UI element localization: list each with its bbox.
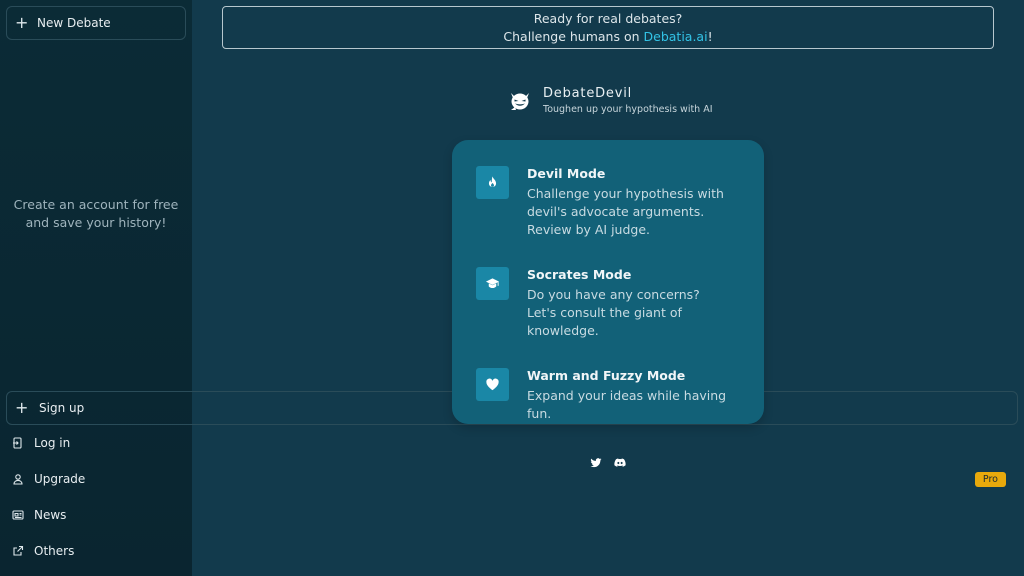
brand-name: DebateDevil [543,86,633,101]
mode-list: Devil Mode Challenge your hypothesis wit… [452,140,764,424]
upgrade-button[interactable]: Upgrade Pro [6,461,1018,497]
banner-line-1: Ready for real debates? [533,11,683,26]
banner-prefix: Challenge humans on [503,29,644,44]
external-link-icon [12,545,24,557]
upgrade-label: Upgrade [34,472,86,486]
others-button[interactable]: Others [6,533,1018,569]
mode-socrates[interactable]: Socrates Mode Do you have any concerns? … [476,267,740,340]
mode-title: Warm and Fuzzy Mode [527,368,686,383]
brand-header: DebateDevil Toughen up your hypothesis w… [508,86,713,115]
login-label: Log in [34,436,71,450]
heart-icon [476,368,509,401]
debatia-banner: Ready for real debates? Challenge humans… [222,6,994,49]
newspaper-icon [12,509,24,521]
mode-description: Do you have any concerns? Let's consult … [527,287,700,338]
brand-text: DebateDevil Toughen up your hypothesis w… [543,86,713,115]
flame-icon [476,166,509,199]
brand-tagline: Toughen up your hypothesis with AI [543,104,713,115]
mode-description: Challenge your hypothesis with devil's a… [527,186,724,237]
plus-icon: + [15,13,29,32]
promo-line-2: and save your history! [25,215,167,230]
new-debate-label: New Debate [37,16,111,30]
login-button[interactable]: Log in [6,425,1018,461]
user-icon [12,473,24,485]
pro-badge: Pro [974,471,1006,487]
banner-suffix: ! [707,29,713,44]
signup-promo: Create an account for free and save your… [0,196,192,232]
banner-line-2: Challenge humans on Debatia.ai! [223,28,993,46]
signup-label: Sign up [39,401,85,415]
graduation-cap-icon [476,267,509,300]
news-label: News [34,508,67,522]
new-debate-button[interactable]: + New Debate [6,6,186,40]
social-links [590,454,626,473]
mode-title: Devil Mode [527,166,606,181]
promo-line-1: Create an account for free [13,197,179,212]
login-icon [12,437,24,449]
mode-devil[interactable]: Devil Mode Challenge your hypothesis wit… [476,166,740,239]
debatia-link[interactable]: Debatia.ai [644,29,708,44]
twitter-icon[interactable] [590,454,602,473]
mode-description: Expand your ideas while having fun. [527,388,727,421]
devil-logo-icon [511,92,529,110]
discord-icon[interactable] [614,454,626,473]
mode-warm-fuzzy[interactable]: Warm and Fuzzy Mode Expand your ideas wh… [476,368,740,423]
news-button[interactable]: News [6,497,1018,533]
others-label: Others [34,544,75,558]
plus-icon: + [15,398,29,417]
mode-title: Socrates Mode [527,267,632,282]
